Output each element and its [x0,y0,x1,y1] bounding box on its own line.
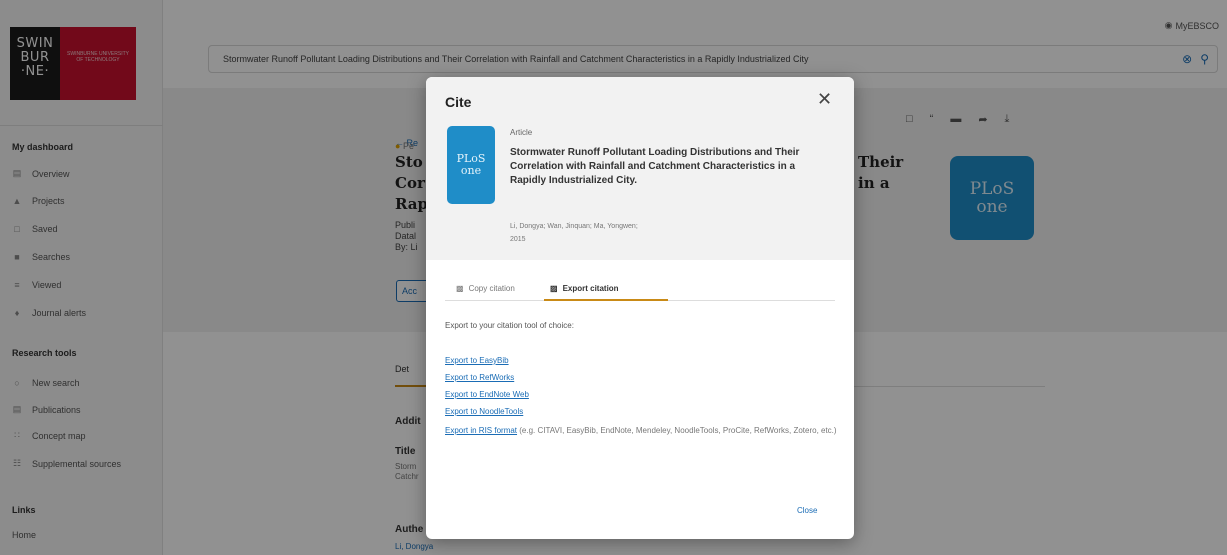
export-icon: ▨ [550,283,558,293]
dialog-title: Cite [445,94,472,110]
ris-note: (e.g. CITAVI, EasyBib, EndNote, Mendeley… [517,426,837,435]
copy-icon: ▩ [456,283,464,293]
export-noodletools-link[interactable]: Export to NoodleTools [445,407,523,416]
record-type: Article [510,128,533,137]
active-tab-indicator [544,299,668,301]
close-icon[interactable]: ✕ [817,90,832,108]
citation-tabs: ▩ Copy citation ▨ Export citation [445,276,835,301]
export-ris-link[interactable]: Export in RIS format [445,426,517,435]
publication-thumbnail: PLoS one [447,126,495,204]
article-title: Stormwater Runoff Pollutant Loading Dist… [510,147,800,186]
export-intro: Export to your citation tool of choice: [445,321,574,330]
dialog-header: Cite ✕ PLoS one Article Stormwater Runof… [426,77,854,260]
tab-export-citation[interactable]: ▨ Export citation [550,276,619,300]
export-refworks-link[interactable]: Export to RefWorks [445,373,514,382]
article-year: 2015 [510,236,526,243]
export-easybib-link[interactable]: Export to EasyBib [445,356,509,365]
cite-dialog: Cite ✕ PLoS one Article Stormwater Runof… [426,77,854,539]
export-ris-row: Export in RIS format (e.g. CITAVI, EasyB… [445,424,840,438]
article-authors: Li, Dongya; Wan, Jinquan; Ma, Yongwen; [510,223,638,230]
tab-copy-citation[interactable]: ▩ Copy citation [456,276,515,300]
export-endnote-web-link[interactable]: Export to EndNote Web [445,390,529,399]
close-button[interactable]: Close [797,506,817,515]
